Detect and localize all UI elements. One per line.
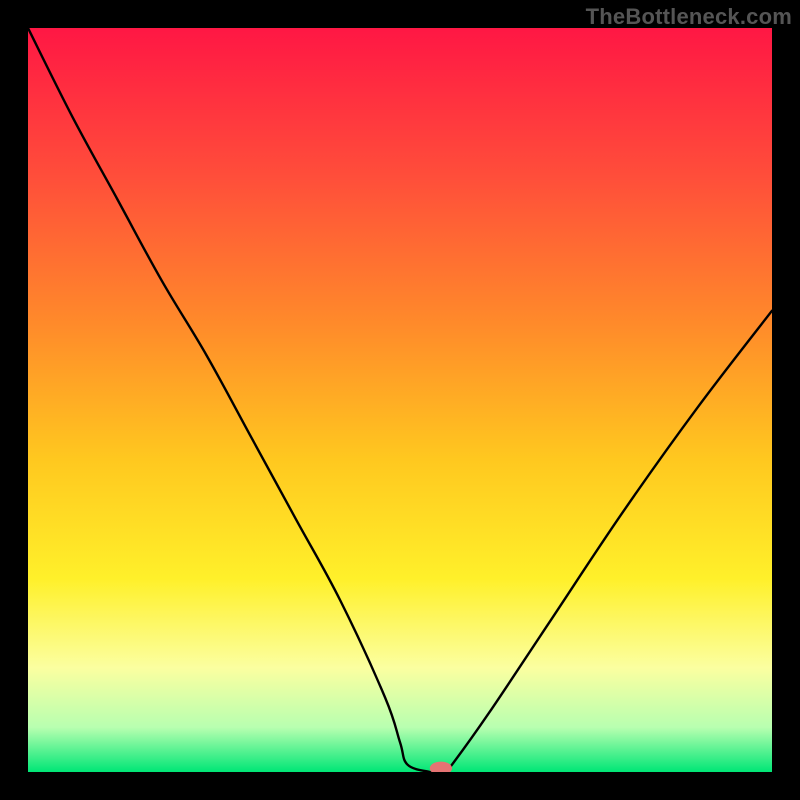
bottleneck-chart: [28, 28, 772, 772]
plot-area: [28, 28, 772, 772]
watermark-text: TheBottleneck.com: [586, 4, 792, 30]
chart-container: TheBottleneck.com: [0, 0, 800, 800]
gradient-background: [28, 28, 772, 772]
